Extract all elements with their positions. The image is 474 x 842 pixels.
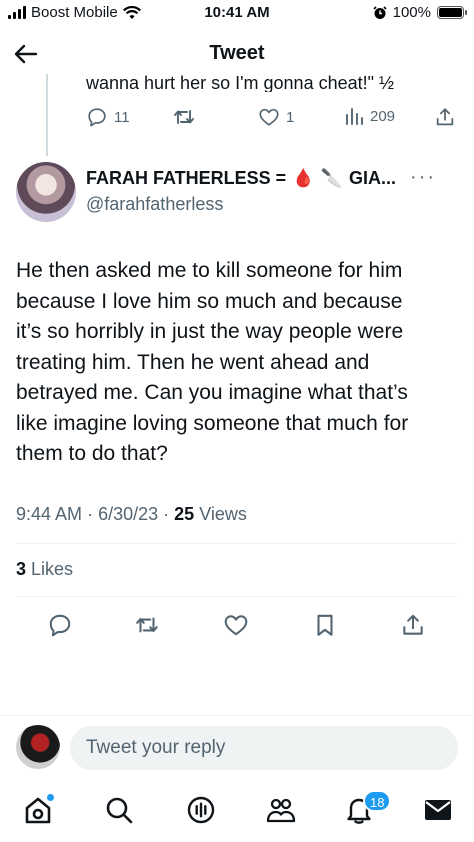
tweet-line: it’s so horribly in just the way people … <box>16 320 404 343</box>
divider <box>16 596 458 597</box>
blood-drop-emoji: 🩸 <box>292 168 315 188</box>
tweet-line: He then asked me to kill someone for him <box>16 259 403 282</box>
parent-share-button[interactable] <box>434 106 456 128</box>
meta-separator: · <box>163 504 170 524</box>
home-unread-dot <box>47 794 54 801</box>
user-avatar[interactable] <box>16 725 60 769</box>
divider <box>16 543 458 544</box>
notification-badge: 18 <box>363 790 392 812</box>
display-name-suffix: GIA... <box>349 168 397 188</box>
tweet-line: treating him. Then he went ahead and <box>16 350 370 374</box>
header: Tweet <box>0 34 474 74</box>
parent-reply-count: 11 <box>114 108 130 126</box>
tab-bar <box>0 788 474 832</box>
divider <box>0 715 474 716</box>
tweet-line: because I love him so much and because <box>16 289 403 313</box>
thread-line <box>46 74 48 156</box>
alarm-icon <box>373 5 387 19</box>
messages-icon[interactable] <box>422 794 454 826</box>
author-display-name[interactable]: FARAH FATHERLESS = 🩸 🔪 GIA... <box>86 168 396 189</box>
author-username[interactable]: @farahfatherless <box>86 194 223 215</box>
tweet-body: He then asked me to kill someone for him… <box>16 256 462 470</box>
spaces-icon[interactable] <box>185 794 217 826</box>
share-icon <box>436 108 454 126</box>
retweet-icon <box>174 110 194 124</box>
tweet-line: betrayed me. Can you imagine what that’s <box>16 381 408 404</box>
status-right: 100% <box>373 4 467 21</box>
knife-emoji: 🔪 <box>320 168 344 188</box>
parent-views-button[interactable]: 209 <box>344 106 395 126</box>
tweet-actions <box>0 612 474 640</box>
likes-count: 3 <box>16 559 27 579</box>
views-label: Views <box>199 504 247 524</box>
likes-summary[interactable]: 3 Likes <box>16 559 73 580</box>
bookmark-icon[interactable] <box>312 612 338 638</box>
parent-reply-button[interactable]: 11 <box>86 106 130 128</box>
reply-icon[interactable] <box>47 612 73 638</box>
battery-icon <box>437 6 467 19</box>
reply-icon <box>88 108 106 127</box>
author-avatar[interactable] <box>16 162 76 222</box>
parent-tweet-actions: 11 1 209 <box>86 106 456 132</box>
heart-icon[interactable] <box>223 612 249 638</box>
parent-view-count: 209 <box>370 107 396 125</box>
share-icon[interactable] <box>400 612 426 638</box>
tweet-date[interactable]: 6/30/23 <box>98 504 158 524</box>
page-title: Tweet <box>209 42 265 64</box>
reply-input[interactable] <box>70 726 458 770</box>
battery-percent: 100% <box>392 4 431 21</box>
parent-like-count: 1 <box>286 108 295 126</box>
meta-separator: · <box>87 504 94 524</box>
retweet-icon[interactable] <box>134 612 160 638</box>
tweet-line: them to do that? <box>16 442 168 465</box>
tweet-time[interactable]: 9:44 AM <box>16 504 82 524</box>
heart-icon <box>259 108 279 126</box>
views-icon <box>346 108 363 125</box>
status-bar: Boost Mobile 10:41 AM 100% <box>0 0 474 28</box>
views-count: 25 <box>174 504 195 524</box>
parent-retweet-button[interactable] <box>172 106 196 128</box>
parent-tweet-text[interactable]: wanna hurt her so I'm gonna cheat!" ½ <box>86 70 394 92</box>
tweet-meta: 9:44 AM · 6/30/23 · 25 Views <box>16 504 247 525</box>
likes-label: Likes <box>31 559 74 579</box>
search-icon[interactable] <box>103 794 135 826</box>
display-name-text: FARAH FATHERLESS = <box>86 168 287 188</box>
battery-level <box>439 8 462 17</box>
parent-like-button[interactable]: 1 <box>258 106 294 128</box>
more-options-icon[interactable]: ··· <box>410 166 436 189</box>
tweet-line: like imagine loving someone that much fo… <box>16 411 409 435</box>
communities-icon[interactable] <box>265 794 297 826</box>
